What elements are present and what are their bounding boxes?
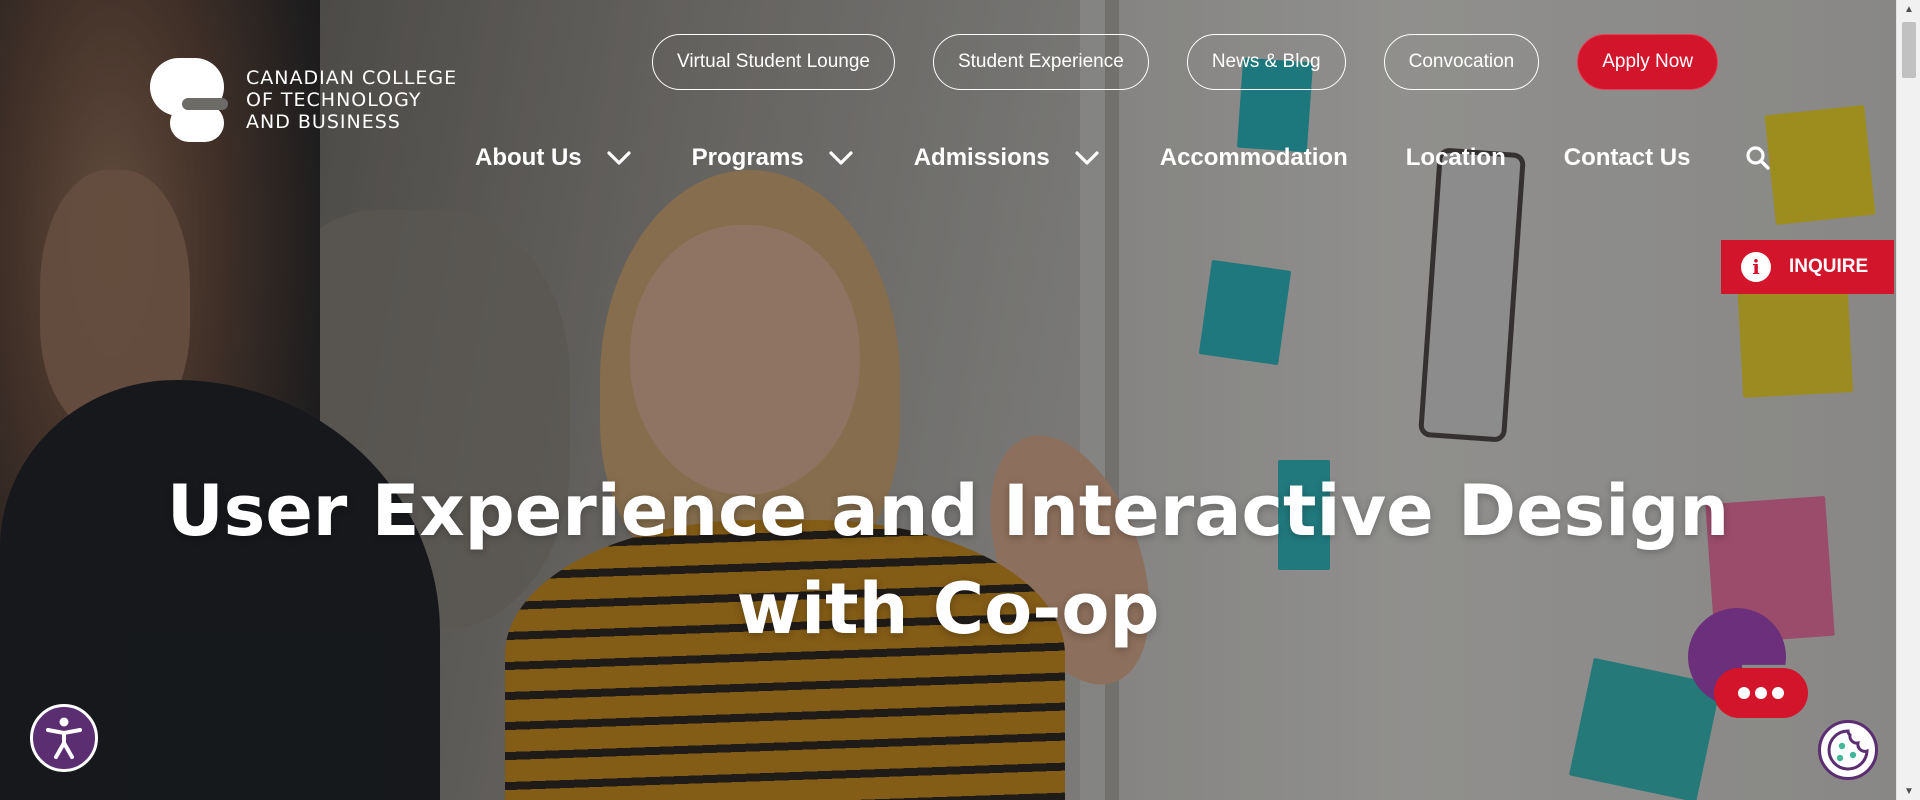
nav-item-label: Admissions — [913, 144, 1050, 171]
nav-item-admissions[interactable]: Admissions — [914, 143, 1102, 173]
convocation-link[interactable]: Convocation — [1383, 34, 1540, 90]
chat-bubble-dots — [1714, 668, 1808, 718]
scroll-up-arrow-icon[interactable]: ▲ — [1897, 0, 1920, 18]
scroll-down-arrow-icon[interactable]: ▼ — [1897, 782, 1920, 800]
accessibility-icon[interactable] — [30, 704, 98, 772]
nav-item-label: Programs — [691, 144, 804, 171]
inquire-button[interactable]: i INQUIRE — [1721, 240, 1894, 294]
main-nav: About Us Programs Admissions Accommodati… — [475, 142, 1774, 174]
page-title: User Experience and Interactive Design w… — [0, 462, 1896, 658]
search-icon[interactable] — [1742, 142, 1774, 174]
news-blog-link[interactable]: News & Blog — [1186, 34, 1346, 90]
cookie-icon[interactable] — [1818, 720, 1878, 780]
logo-line: CANADIAN COLLEGE — [246, 67, 458, 89]
nav-item-accommodation[interactable]: Accommodation — [1160, 144, 1348, 172]
logo-mark-icon — [150, 58, 228, 142]
nav-item-label: About Us — [475, 144, 582, 171]
chevron-down-icon[interactable] — [1072, 143, 1102, 173]
scroll-thumb[interactable] — [1902, 22, 1916, 78]
nav-item-about-us[interactable]: About Us — [475, 143, 634, 173]
apply-now-button[interactable]: Apply Now — [1577, 34, 1719, 90]
inquire-label: INQUIRE — [1789, 256, 1869, 277]
student-experience-link[interactable]: Student Experience — [932, 34, 1149, 90]
info-icon: i — [1741, 252, 1771, 282]
chevron-down-icon[interactable] — [604, 143, 634, 173]
logo-wordmark: CANADIAN COLLEGE OF TECHNOLOGY AND BUSIN… — [246, 67, 457, 133]
chat-icon[interactable] — [1688, 608, 1808, 724]
page-title-line: with Co-op — [736, 568, 1160, 650]
page-scrollbar[interactable]: ▲ ▼ — [1896, 0, 1920, 800]
logo-line: OF TECHNOLOGY — [246, 89, 422, 111]
page-title-line: User Experience and Interactive Design — [166, 470, 1730, 552]
nav-item-contact-us[interactable]: Contact Us — [1564, 144, 1691, 172]
chevron-down-icon[interactable] — [826, 143, 856, 173]
nav-item-location[interactable]: Location — [1406, 144, 1506, 172]
site-logo[interactable]: CANADIAN COLLEGE OF TECHNOLOGY AND BUSIN… — [150, 58, 457, 142]
utility-nav: Virtual Student Lounge Student Experienc… — [652, 34, 1719, 90]
nav-item-programs[interactable]: Programs — [692, 143, 856, 173]
logo-line: AND BUSINESS — [246, 111, 401, 133]
virtual-student-lounge-link[interactable]: Virtual Student Lounge — [652, 34, 895, 90]
